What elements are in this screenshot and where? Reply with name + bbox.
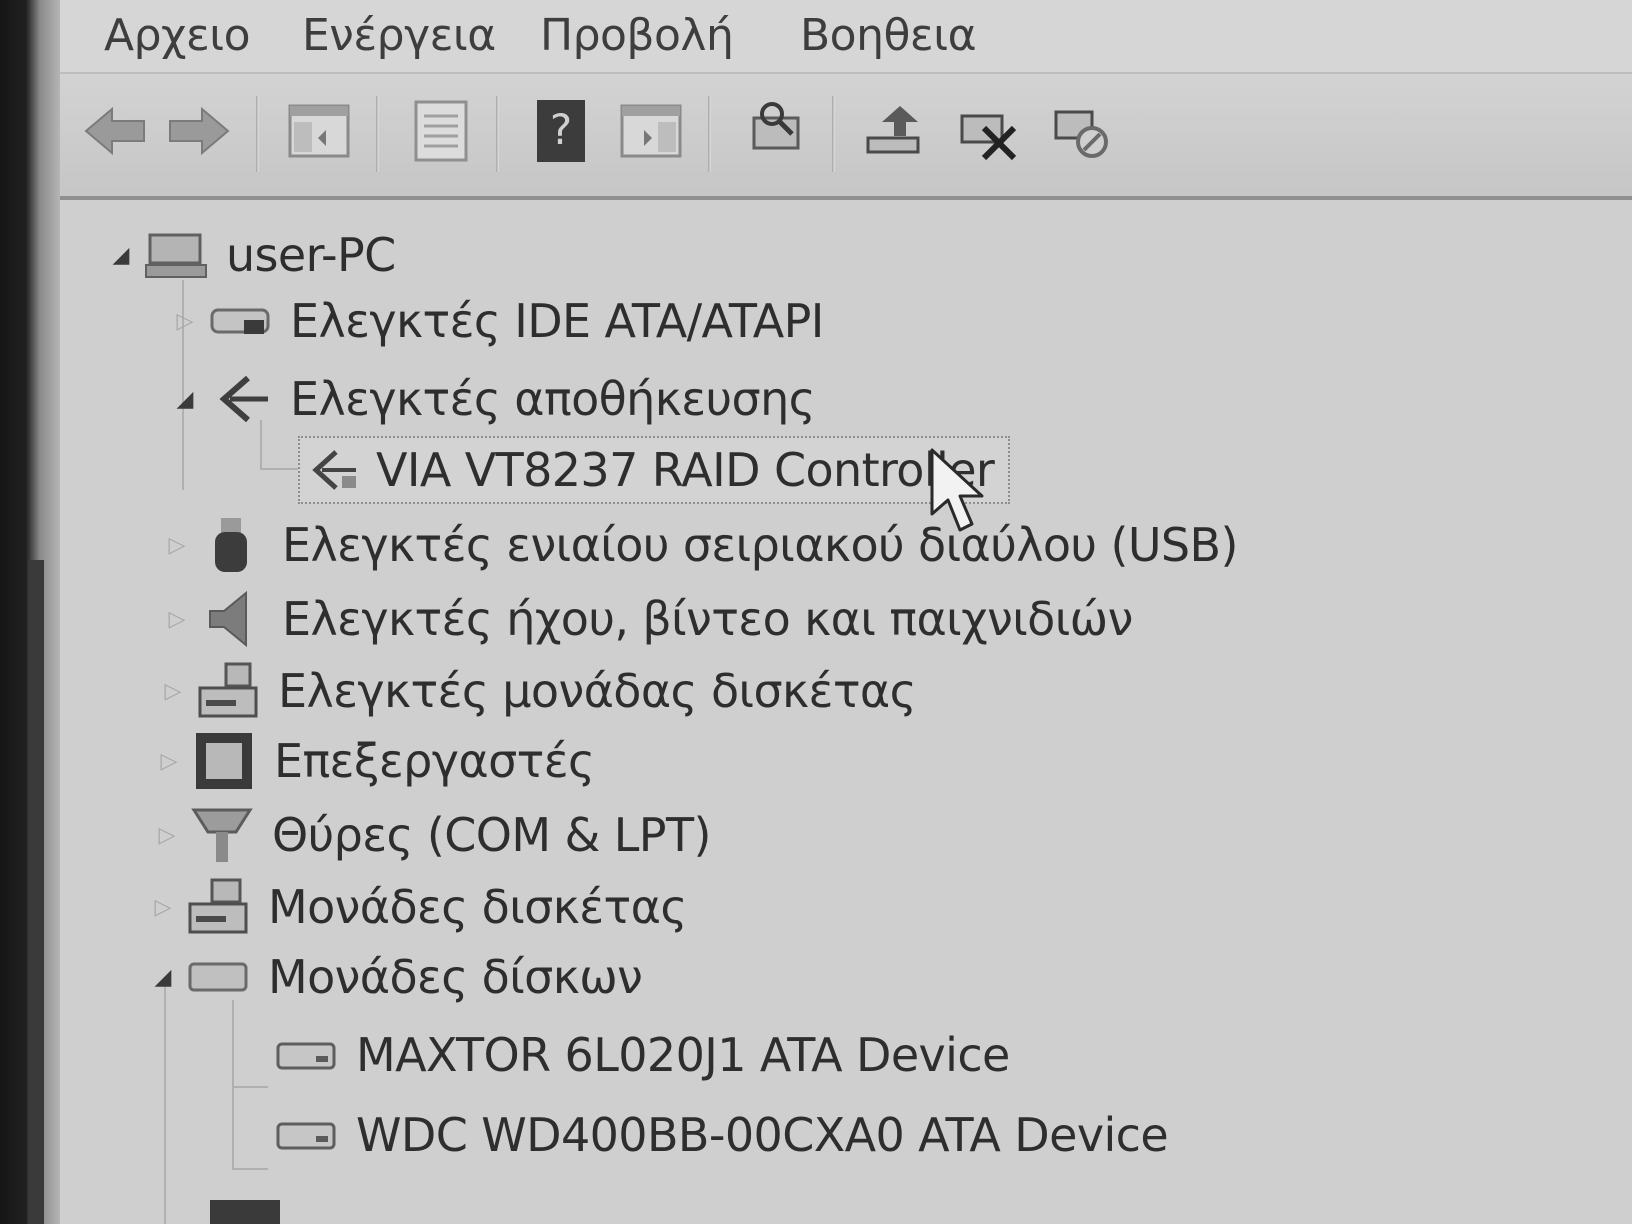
menu-help[interactable]: Βοηθεια [800,10,977,61]
tree-item-via-raid-controller[interactable]: VIA VT8237 RAID Controller [298,436,1011,504]
expand-arrow-icon[interactable]: ▷ [172,306,198,336]
help-button[interactable]: ? [524,94,598,168]
menu-action[interactable]: Ενέργεια [302,10,496,61]
disable-device-button[interactable] [1046,94,1120,168]
device-tree: ◢ user-PC ▷ Ελεγκτές IDE ATA/ATAPI ◢ Ελε… [60,200,1632,1224]
toolbar-separator [496,96,499,172]
port-icon [190,803,254,867]
collapse-arrow-icon[interactable]: ◢ [150,962,176,992]
expand-arrow-icon[interactable]: ▷ [164,604,190,634]
disable-device-icon [1054,110,1108,158]
tree-root-user-pc[interactable]: ◢ user-PC [108,220,397,290]
expand-arrow-icon[interactable]: ▷ [154,820,180,850]
partial-node-icon [210,1200,280,1224]
tree-label: Μονάδες δισκέτας [268,880,687,934]
expand-arrow-icon[interactable]: ▷ [160,676,186,706]
tree-label: Ελεγκτές IDE ATA/ATAPI [290,294,824,348]
properties-icon [414,100,468,162]
expand-arrow-icon[interactable]: ▷ [150,892,176,922]
show-hide-console-tree-icon [288,104,350,158]
tree-item-ports[interactable]: ▷ Θύρες (COM & LPT) [154,800,711,870]
toolbar-separator [708,96,711,172]
tree-label: WDC WD400BB-00CXA0 ATA Device [356,1108,1169,1162]
storage-controller-icon [208,367,272,431]
usb-icon [200,513,264,577]
action-pane-button[interactable] [614,94,688,168]
svg-text:?: ? [550,105,572,154]
tree-label: Ελεγκτές ήχου, βίντεο και παιχνιδιών [282,592,1133,646]
tree-label: VIA VT8237 RAID Controller [376,443,995,497]
ide-controller-icon [208,289,272,353]
speaker-icon [200,587,264,651]
scan-hardware-button[interactable] [740,94,814,168]
menu-bar: Αρχειο Ενέργεια Προβολή Βοηθεια [60,0,1632,74]
tree-item-processors[interactable]: ▷ Επεξεργαστές [156,726,595,796]
tree-item-maxtor-disk[interactable]: MAXTOR 6L020J1 ATA Device [274,1020,1010,1090]
menu-file[interactable]: Αρχειο [104,10,251,61]
tree-item-storage-controllers[interactable]: ◢ Ελεγκτές αποθήκευσης [172,364,816,434]
floppy-drive-icon [186,875,250,939]
show-hide-tree-button[interactable] [282,94,356,168]
back-arrow-icon [84,106,145,156]
uninstall-device-button[interactable] [952,94,1026,168]
tree-guide-line [232,1000,234,1170]
menu-view[interactable]: Προβολή [540,10,734,61]
update-driver-icon [866,106,920,154]
help-icon: ? [537,100,585,162]
tree-item-sound-controllers[interactable]: ▷ Ελεγκτές ήχου, βίντεο και παιχνιδιών [164,584,1133,654]
properties-button[interactable] [404,94,478,168]
forward-arrow-icon [169,106,230,156]
toolbar-separator [832,96,835,172]
tree-item-floppy-drives[interactable]: ▷ Μονάδες δισκέτας [150,872,687,942]
disk-drive-icon [186,945,250,1009]
scrollbar-edge[interactable] [28,560,44,1224]
tree-guide-line [232,1086,268,1088]
tree-label: Θύρες (COM & LPT) [272,808,711,862]
floppy-controller-icon [196,659,260,723]
computer-icon [144,223,208,287]
forward-button[interactable] [162,94,236,168]
collapse-arrow-icon[interactable]: ◢ [172,384,198,414]
tree-item-usb-controllers[interactable]: ▷ Ελεγκτές ενιαίου σειριακού διαύλου (US… [164,510,1238,580]
tree-label: Ελεγκτές αποθήκευσης [290,372,816,426]
mouse-cursor-icon [930,448,984,532]
expand-arrow-icon[interactable]: ▷ [156,746,182,776]
uninstall-device-icon [960,114,1017,161]
tree-guide-line [164,980,166,1224]
tree-item-wdc-disk[interactable]: WDC WD400BB-00CXA0 ATA Device [274,1100,1169,1170]
hard-disk-icon [274,1103,338,1167]
tree-label: Ελεγκτές μονάδας δισκέτας [278,664,917,718]
tree-label: user-PC [226,228,396,282]
collapse-arrow-icon[interactable]: ◢ [108,240,134,270]
expand-arrow-icon[interactable]: ▷ [164,530,190,560]
tree-label: Ελεγκτές ενιαίου σειριακού διαύλου (USB) [282,518,1238,572]
tree-label: MAXTOR 6L020J1 ATA Device [356,1028,1010,1082]
scan-hardware-changes-icon [752,102,800,150]
tree-item-ide-controllers[interactable]: ▷ Ελεγκτές IDE ATA/ATAPI [172,286,825,356]
toolbar-separator [376,96,379,172]
raid-controller-icon [306,438,362,502]
hard-disk-icon [274,1023,338,1087]
back-button[interactable] [78,94,152,168]
tree-label: Επεξεργαστές [274,734,595,788]
toolbar: ? [60,74,1632,200]
toolbar-separator [256,96,259,172]
tree-guide-line [232,1168,268,1170]
action-pane-icon [620,104,682,158]
update-driver-button[interactable] [858,94,932,168]
tree-item-floppy-controllers[interactable]: ▷ Ελεγκτές μονάδας δισκέτας [160,656,917,726]
processor-icon [192,729,256,793]
tree-guide-line [260,468,300,470]
tree-item-disk-drives[interactable]: ◢ Μονάδες δίσκων [150,942,643,1012]
tree-label: Μονάδες δίσκων [268,950,643,1004]
